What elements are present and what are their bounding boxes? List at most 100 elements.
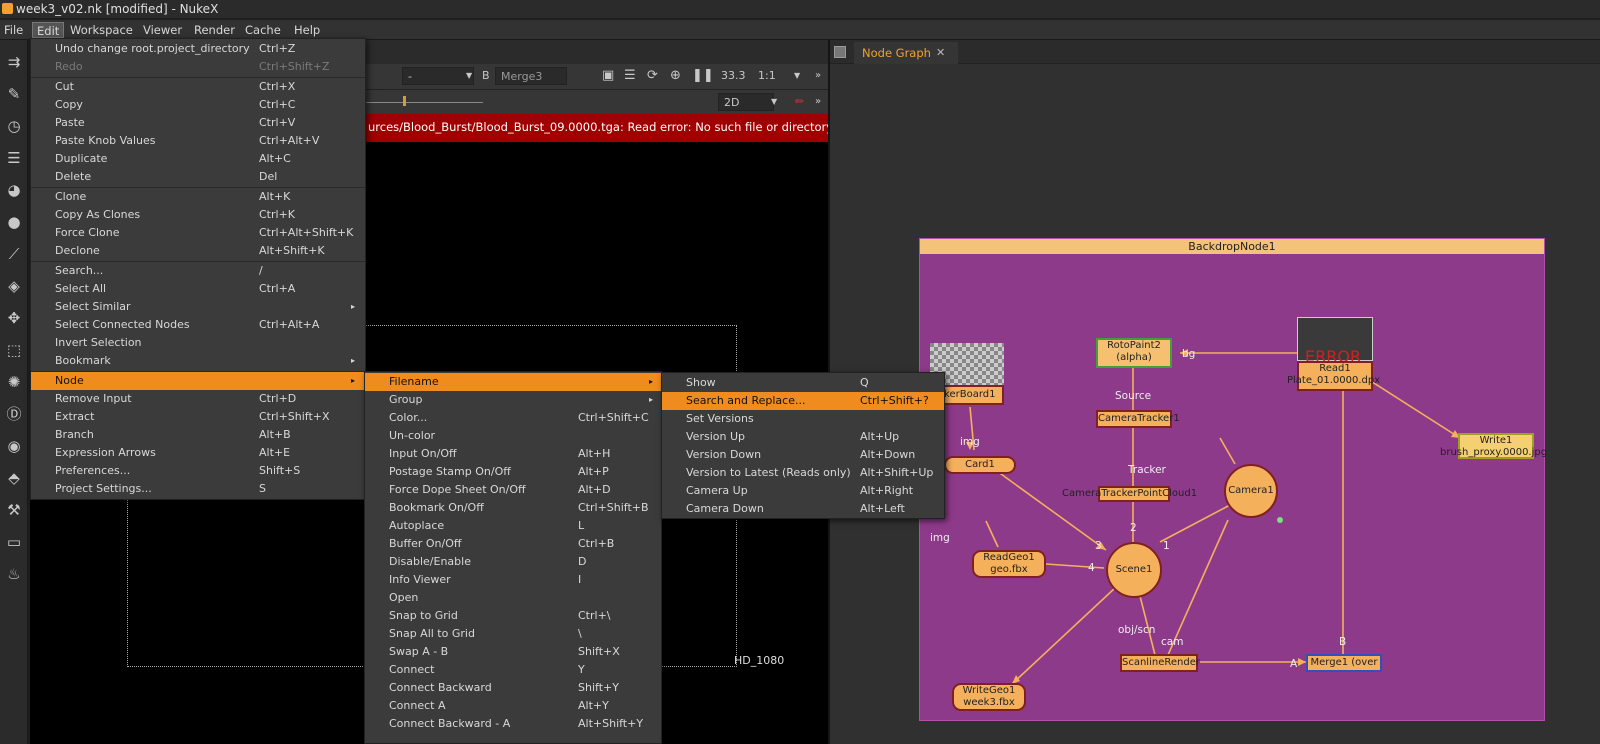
rotopaint-node[interactable]: RotoPaint2 (alpha) [1096,338,1172,368]
menu-item-version-down[interactable]: Version Down Alt+Down [662,446,944,464]
paint-icon[interactable]: ✏ [795,93,804,111]
scanlinerender-node[interactable]: ScanlineRender [1120,654,1200,672]
menu-item-invert-selection[interactable]: Invert Selection [31,334,365,352]
menu-item-filename[interactable]: Filename ▸ [365,373,661,391]
time-tools-icon[interactable]: ◷ [4,116,24,136]
readgeo-node[interactable]: ReadGeo1 geo.fbx [972,550,1046,578]
keyer-tools-icon[interactable]: ⟋ [4,244,24,264]
menu-item-expression-arrows[interactable]: Expression Arrows Alt+E [31,444,365,462]
menu-item-buffer-onoff[interactable]: Buffer On/Off Ctrl+B [365,535,661,553]
menu-item-snap-all-to-grid[interactable]: Snap All to Grid \ [365,625,661,643]
menu-item-paste[interactable]: Paste Ctrl+V [31,114,365,132]
roi-icon[interactable]: ▣ [602,67,614,85]
pause-icon[interactable]: ❚❚ [692,67,714,85]
menu-item-connect-backward[interactable]: Connect Backward Shift+Y [365,679,661,697]
menu-item-bookmark-onoff[interactable]: Bookmark On/Off Ctrl+Shift+B [365,499,661,517]
menu-item-version-to-latest[interactable]: Version to Latest (Reads only) Alt+Shift+… [662,464,944,482]
read-node[interactable]: ERROR Read1 Plate_01.0000.dpx [1287,317,1380,391]
menu-item-bookmark[interactable]: Bookmark ▸ [31,352,365,370]
menu-item-force-clone[interactable]: Force Clone Ctrl+Alt+Shift+K [31,224,365,242]
menu-item-input-onoff[interactable]: Input On/Off Alt+H [365,445,661,463]
writegeo-node[interactable]: WriteGeo1 week3.fbx [952,683,1026,711]
scene-node[interactable]: Scene1 [1106,542,1162,598]
menu-item-duplicate[interactable]: Duplicate Alt+C [31,150,365,168]
menu-item-declone[interactable]: Declone Alt+Shift+K [31,242,365,260]
menu-item-postage-stamp[interactable]: Postage Stamp On/Off Alt+P [365,463,661,481]
menu-item-connect-backward-a[interactable]: Connect Backward - A Alt+Shift+Y [365,715,661,733]
menu-item-show[interactable]: Show Q [662,374,944,392]
menu-item-select-similar[interactable]: Select Similar ▸ [31,298,365,316]
transform-tools-icon[interactable]: ✥ [4,308,24,328]
expand-icon[interactable]: » [815,67,821,85]
camera-node[interactable]: Camera1 [1224,464,1278,518]
menu-item-extract[interactable]: Extract Ctrl+Shift+X [31,408,365,426]
slider-handle[interactable] [403,96,406,106]
menu-item-select-connected[interactable]: Select Connected Nodes Ctrl+Alt+A [31,316,365,334]
exposure-slider[interactable] [365,102,483,103]
menu-item-select-all[interactable]: Select All Ctrl+A [31,280,365,298]
menu-item-branch[interactable]: Branch Alt+B [31,426,365,444]
draw-tools-icon[interactable]: ✎ [4,84,24,104]
menu-item-force-dope-sheet[interactable]: Force Dope Sheet On/Off Alt+D [365,481,661,499]
deep-tools-icon[interactable]: Ⓓ [4,404,24,424]
menu-cache[interactable]: Cache [241,22,285,38]
menu-item-connect[interactable]: Connect Y [365,661,661,679]
menu-item-autoplace[interactable]: Autoplace L [365,517,661,535]
merge-tools-icon[interactable]: ◈ [4,276,24,296]
menu-item-disable-enable[interactable]: Disable/Enable D [365,553,661,571]
cameratracker-node[interactable]: CameraTracker1 [1096,410,1180,428]
menu-item-info-viewer[interactable]: Info Viewer I [365,571,661,589]
menu-item-color[interactable]: Color... Ctrl+Shift+C [365,409,661,427]
menu-file[interactable]: File [0,22,27,38]
toolsets-icon[interactable]: ⚒ [4,500,24,520]
menu-item-snap-to-grid[interactable]: Snap to Grid Ctrl+\ [365,607,661,625]
target-icon[interactable]: ⊕ [670,67,681,85]
pointcloud-node[interactable]: CameraTrackerPointCloud1 [1062,486,1197,502]
image-tools-icon[interactable]: ⇉ [4,52,24,72]
color-tools-icon[interactable]: ◕ [4,180,24,200]
menu-item-delete[interactable]: Delete Del [31,168,365,186]
other-tools-icon[interactable]: ▭ [4,532,24,552]
menu-workspace[interactable]: Workspace [66,22,137,38]
filter-tools-icon[interactable]: ● [4,212,24,232]
menu-item-remove-input[interactable]: Remove Input Ctrl+D [31,390,365,408]
channel-tools-icon[interactable]: ☰ [4,148,24,168]
expand-icon[interactable]: » [815,93,821,111]
menu-item-undo[interactable]: Undo change root.project_directory Ctrl+Z [31,40,365,58]
write-node[interactable]: Write1 brush_proxy.0000.jpg [1440,433,1547,459]
input-b-dropdown[interactable]: Merge3 [495,67,567,85]
menu-render[interactable]: Render [190,22,239,38]
menu-item-group[interactable]: Group ▸ [365,391,661,409]
menu-viewer[interactable]: Viewer [139,22,186,38]
menu-item-open[interactable]: Open [365,589,661,607]
menu-item-clone[interactable]: Clone Alt+K [31,188,365,206]
menu-item-project-settings[interactable]: Project Settings... S [31,480,365,498]
menu-item-paste-knob-values[interactable]: Paste Knob Values Ctrl+Alt+V [31,132,365,150]
particles-tools-icon[interactable]: ✺ [4,372,24,392]
menu-edit[interactable]: Edit [32,22,65,38]
view-mode-dropdown[interactable]: 2D [718,93,774,111]
menu-item-set-versions[interactable]: Set Versions [662,410,944,428]
menu-item-node[interactable]: Node ▸ [31,372,365,390]
refresh-icon[interactable]: ⟳ [647,67,658,85]
menu-item-cut[interactable]: Cut Ctrl+X [31,78,365,96]
menu-item-preferences[interactable]: Preferences... Shift+S [31,462,365,480]
guides-icon[interactable]: ☰ [624,67,636,85]
zoom-value[interactable]: 33.3 [721,67,746,85]
menu-item-connect-a[interactable]: Connect A Alt+Y [365,697,661,715]
menu-help[interactable]: Help [290,22,324,38]
metadata-tools-icon[interactable]: ⬘ [4,468,24,488]
views-tools-icon[interactable]: ◉ [4,436,24,456]
menu-item-copy-as-clones[interactable]: Copy As Clones Ctrl+K [31,206,365,224]
menu-item-version-up[interactable]: Version Up Alt+Up [662,428,944,446]
menu-item-swap-ab[interactable]: Swap A - B Shift+X [365,643,661,661]
merge-node[interactable]: Merge1 (over [1306,654,1382,672]
menu-item-camera-down[interactable]: Camera Down Alt+Left [662,500,944,518]
3d-tools-icon[interactable]: ⬚ [4,340,24,360]
menu-item-search-and-replace[interactable]: Search and Replace... Ctrl+Shift+? [662,392,944,410]
card-node[interactable]: Card1 [944,456,1016,474]
furnace-tools-icon[interactable]: ♨ [4,564,24,584]
menu-item-camera-up[interactable]: Camera Up Alt+Right [662,482,944,500]
menu-item-uncolor[interactable]: Un-color [365,427,661,445]
menu-item-search[interactable]: Search... / [31,262,365,280]
